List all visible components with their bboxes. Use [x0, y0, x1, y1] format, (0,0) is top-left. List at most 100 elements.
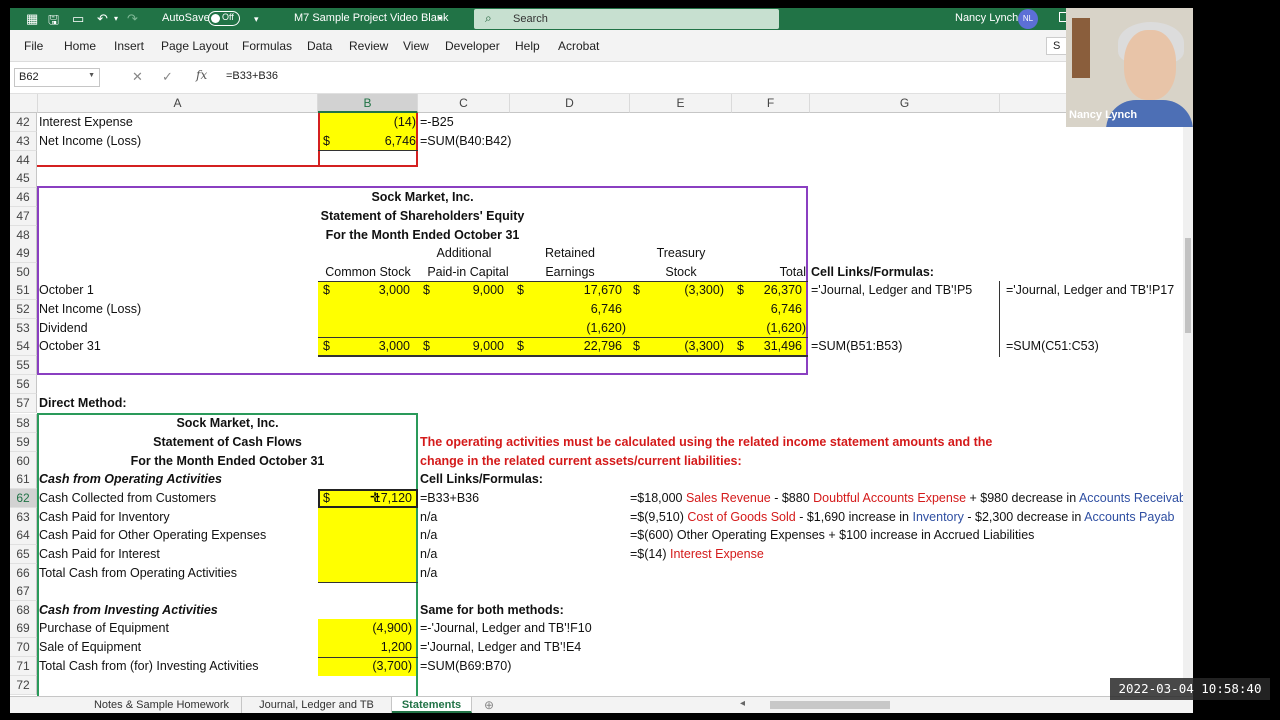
customize-toolbar-icon[interactable]: ▾: [254, 14, 259, 25]
cell-f51[interactable]: 26,370: [732, 281, 802, 300]
cell-a61[interactable]: Cash from Operating Activities: [39, 470, 222, 489]
row-header-62[interactable]: 62: [10, 489, 37, 508]
cell-links-header-equity[interactable]: Cell Links/Formulas:: [811, 263, 934, 282]
cell-h51[interactable]: ='Journal, Ledger and TB'!P17: [1006, 281, 1174, 300]
cell-g54[interactable]: =SUM(B51:B53): [811, 337, 902, 356]
vertical-scrollbar[interactable]: [1183, 113, 1193, 696]
cell-c70[interactable]: ='Journal, Ledger and TB'!E4: [420, 638, 581, 657]
tab-notes[interactable]: Notes & Sample Homework: [82, 697, 242, 713]
row-header-58[interactable]: 58: [10, 414, 37, 433]
explanation-r63[interactable]: =$(9,510) Cost of Goods Sold - $1,690 in…: [630, 508, 1183, 527]
row-header-69[interactable]: 69: [10, 619, 37, 638]
column-header-f[interactable]: F: [732, 94, 810, 113]
cell-b42[interactable]: (14): [318, 113, 416, 132]
cancel-icon[interactable]: ✕: [132, 69, 143, 85]
row-header-44[interactable]: 44: [10, 151, 37, 170]
title-chevron-down-icon[interactable]: ▾: [438, 14, 442, 23]
row-header-42[interactable]: 42: [10, 113, 37, 132]
formula-input[interactable]: =B33+B36: [226, 70, 278, 82]
cell-e54[interactable]: (3,300): [630, 337, 724, 356]
name-box[interactable]: B62 ▼: [14, 68, 100, 87]
menu-help[interactable]: Help: [515, 39, 540, 53]
row-header-47[interactable]: 47: [10, 207, 37, 226]
column-header-g[interactable]: G: [810, 94, 1000, 113]
row-header-66[interactable]: 66: [10, 564, 37, 583]
user-name[interactable]: Nancy Lynch: [955, 12, 1018, 24]
row-header-67[interactable]: 67: [10, 582, 37, 601]
cell-b51[interactable]: 3,000: [318, 281, 410, 300]
document-title[interactable]: M7 Sample Project Video Blank: [294, 12, 449, 24]
search-box[interactable]: ⌕ Search: [474, 9, 779, 29]
menu-view[interactable]: View: [403, 39, 429, 53]
cell-a65[interactable]: Cash Paid for Interest: [39, 545, 160, 564]
menu-home[interactable]: Home: [64, 39, 96, 53]
menu-page-layout[interactable]: Page Layout: [161, 39, 228, 53]
row-header-46[interactable]: 46: [10, 188, 37, 207]
cell-a54[interactable]: October 31: [39, 337, 101, 356]
cell-b71[interactable]: (3,700): [318, 657, 412, 676]
row-header-52[interactable]: 52: [10, 300, 37, 319]
column-header-c[interactable]: C: [418, 94, 510, 113]
cell-b62[interactable]: 17,120: [318, 489, 412, 508]
row-header-50[interactable]: 50: [10, 263, 37, 282]
cell-f54[interactable]: 31,496: [732, 337, 802, 356]
menu-data[interactable]: Data: [307, 39, 332, 53]
row-header-65[interactable]: 65: [10, 545, 37, 564]
row-header-70[interactable]: 70: [10, 638, 37, 657]
cell-a42[interactable]: Interest Expense: [39, 113, 133, 132]
enter-icon[interactable]: ✓: [162, 69, 173, 85]
row-header-64[interactable]: 64: [10, 526, 37, 545]
select-all-corner[interactable]: [10, 94, 38, 113]
cell-f53[interactable]: (1,620): [732, 319, 806, 338]
tab-journal[interactable]: Journal, Ledger and TB: [242, 697, 392, 713]
cell-d52[interactable]: 6,746: [510, 300, 622, 319]
cell-c64[interactable]: n/a: [420, 526, 437, 545]
cell-a52[interactable]: Net Income (Loss): [39, 300, 141, 319]
cell-g51[interactable]: ='Journal, Ledger and TB'!P5: [811, 281, 972, 300]
cell-a68[interactable]: Cash from Investing Activities: [39, 601, 218, 620]
row-header-53[interactable]: 53: [10, 319, 37, 338]
autosave-toggle[interactable]: Off: [208, 11, 240, 26]
tab-statements[interactable]: Statements: [392, 697, 472, 713]
cell-a71[interactable]: Total Cash from (for) Investing Activiti…: [39, 657, 259, 676]
cell-c69[interactable]: =-'Journal, Ledger and TB'!F10: [420, 619, 592, 638]
row-header-68[interactable]: 68: [10, 601, 37, 620]
name-box-dropdown-icon[interactable]: ▼: [88, 72, 95, 79]
horizontal-scrollbar[interactable]: [770, 701, 890, 709]
cell-a62[interactable]: Cash Collected from Customers: [39, 489, 216, 508]
cell-a43[interactable]: Net Income (Loss): [39, 132, 141, 151]
row-header-61[interactable]: 61: [10, 470, 37, 489]
cell-a64[interactable]: Cash Paid for Other Operating Expenses: [39, 526, 266, 545]
explanation-r62[interactable]: =$18,000 Sales Revenue - $880 Doubtful A…: [630, 489, 1183, 508]
column-header-a[interactable]: A: [38, 94, 318, 113]
cell-b69[interactable]: (4,900): [318, 619, 412, 638]
row-header-59[interactable]: 59: [10, 433, 37, 452]
menu-developer[interactable]: Developer: [445, 39, 500, 53]
cell-h54[interactable]: =SUM(C51:C53): [1006, 337, 1099, 356]
cell-f52[interactable]: 6,746: [732, 300, 802, 319]
open-folder-icon[interactable]: ▭: [72, 11, 84, 27]
cell-a57[interactable]: Direct Method:: [39, 394, 127, 413]
row-header-49[interactable]: 49: [10, 244, 37, 263]
spreadsheet-grid[interactable]: 42 43 44 45 46 47 48 49 50 51 52 53 54 55 56 57 58 59 60 61…: [10, 113, 1183, 696]
explanation-r65[interactable]: =$(14) Interest Expense: [630, 545, 1183, 564]
row-header-60[interactable]: 60: [10, 452, 37, 471]
column-header-d[interactable]: D: [510, 94, 630, 113]
cell-c54[interactable]: 9,000: [418, 337, 504, 356]
cell-c42[interactable]: =-B25: [420, 113, 454, 132]
menu-acrobat[interactable]: Acrobat: [558, 39, 599, 53]
row-header-43[interactable]: 43: [10, 132, 37, 151]
scroll-left-icon[interactable]: ◂: [740, 698, 745, 709]
row-header-51[interactable]: 51: [10, 281, 37, 300]
cell-d51[interactable]: 17,670: [510, 281, 622, 300]
insert-function-icon[interactable]: fx: [196, 68, 207, 82]
cell-c62[interactable]: =B33+B36: [420, 489, 479, 508]
cell-c65[interactable]: n/a: [420, 545, 437, 564]
cell-a53[interactable]: Dividend: [39, 319, 88, 338]
add-sheet-icon[interactable]: ⊕: [484, 698, 494, 712]
column-header-e[interactable]: E: [630, 94, 732, 113]
cell-a63[interactable]: Cash Paid for Inventory: [39, 508, 170, 527]
explanation-r64[interactable]: =$(600) Other Operating Expenses + $100 …: [630, 526, 1183, 545]
row-header-45[interactable]: 45: [10, 169, 37, 188]
menu-insert[interactable]: Insert: [114, 39, 144, 53]
